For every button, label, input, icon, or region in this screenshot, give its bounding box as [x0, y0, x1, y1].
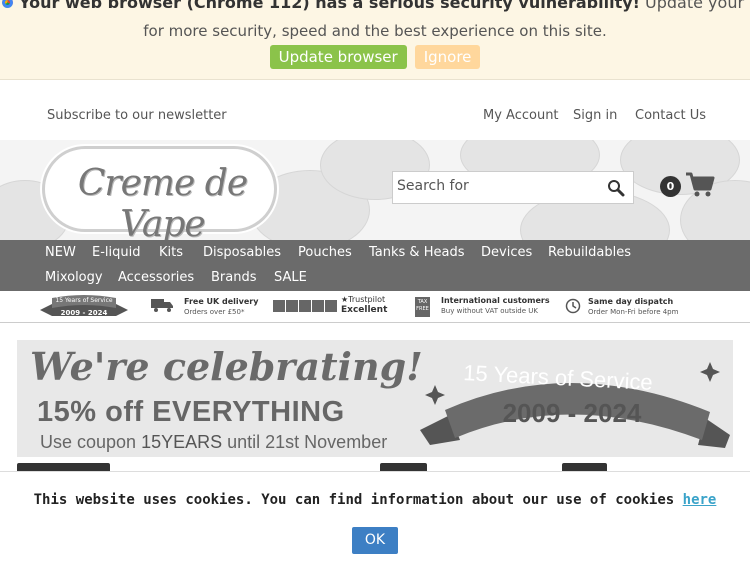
nav-item-pouches[interactable]: Pouches: [298, 245, 352, 260]
newsletter-link[interactable]: Subscribe to our newsletter: [47, 108, 227, 123]
nav-item-disposables[interactable]: Disposables: [203, 245, 281, 260]
nav-item-rebuildables[interactable]: Rebuildables: [548, 245, 631, 260]
usp-strip: 15 Years of Service 2009 - 2024 Free UK …: [0, 291, 750, 323]
search-icon[interactable]: [607, 179, 625, 197]
my-account-link[interactable]: My Account: [483, 108, 559, 123]
clock-icon: [565, 298, 581, 314]
update-browser-button[interactable]: Update browser: [269, 45, 407, 69]
chrome-icon: [0, 0, 15, 10]
browser-update-banner: Your web browser (Chrome 112) has a seri…: [0, 0, 750, 80]
update-warning-rest: Update your browser: [645, 0, 750, 12]
usp-service-top: 15 Years of Service: [55, 297, 113, 304]
trustpilot-rating: Excellent: [341, 305, 388, 315]
nav-item-kits[interactable]: Kits: [159, 245, 183, 260]
nav-item-e-liquid[interactable]: E-liquid: [92, 245, 140, 260]
logo-text: Creme de Vape: [77, 163, 248, 240]
cart-icon[interactable]: [685, 170, 715, 200]
cookie-message: This website uses cookies. You can find …: [0, 492, 750, 508]
cookie-info-link[interactable]: here: [683, 492, 717, 508]
usp-dispatch-sub: Order Mon-Fri before 4pm: [588, 308, 679, 316]
nav-item-devices[interactable]: Devices: [481, 245, 532, 260]
usp-delivery-title: Free UK delivery: [184, 297, 259, 306]
update-warning-sub: for more security, speed and the best ex…: [143, 22, 607, 40]
cookie-ok-button[interactable]: OK: [352, 527, 398, 554]
site-logo[interactable]: Creme de Vape: [42, 146, 277, 240]
nav-item-tanks-heads[interactable]: Tanks & Heads: [369, 245, 464, 260]
sign-in-link[interactable]: Sign in: [573, 108, 617, 123]
trustpilot-stars-icon: [273, 300, 337, 312]
update-buttons: Update browser Ignore: [0, 45, 750, 69]
cookie-bar: This website uses cookies. You can find …: [0, 471, 750, 563]
nav-item-brands[interactable]: Brands: [211, 270, 257, 285]
coupon-prefix: Use coupon: [40, 432, 142, 452]
site-header: Creme de Vape 0: [0, 140, 750, 240]
usp-service-years: 2009 - 2024: [60, 309, 108, 317]
usp-delivery-sub: Orders over £50*: [184, 308, 245, 316]
promo-offer: 15% off EVERYTHING: [37, 396, 345, 428]
usp-dispatch-title: Same day dispatch: [588, 297, 674, 306]
promo-coupon-line: Use coupon 15YEARS until 21st November: [40, 432, 387, 453]
ribbon-years: 2009 - 2024: [502, 398, 642, 428]
top-links-bar: Subscribe to our newsletter My Account S…: [0, 108, 750, 126]
update-warning-line: Your web browser (Chrome 112) has a seri…: [0, 0, 750, 12]
promo-banner[interactable]: We're celebrating! 15% off EVERYTHING Us…: [17, 340, 733, 457]
search-box: [392, 171, 634, 204]
truck-icon: [151, 299, 173, 312]
usp-intl-title: International customers: [441, 296, 550, 305]
tax-free-icon: TAX FREE: [415, 297, 430, 317]
contact-us-link[interactable]: Contact Us: [635, 108, 706, 123]
coupon-suffix: until 21st November: [222, 432, 388, 452]
main-nav: NEW E-liquid Kits Disposables Pouches Ta…: [0, 240, 750, 291]
cookie-text: This website uses cookies. You can find …: [33, 492, 683, 508]
cart-count-badge[interactable]: 0: [660, 176, 681, 197]
nav-item-new[interactable]: NEW: [45, 245, 76, 260]
ignore-button[interactable]: Ignore: [414, 45, 481, 69]
usp-intl-sub: Buy without VAT outside UK: [441, 307, 538, 315]
nav-item-accessories[interactable]: Accessories: [118, 270, 194, 285]
update-warning-bold: Your web browser (Chrome 112) has a seri…: [19, 0, 640, 12]
promo-headline: We're celebrating!: [30, 344, 423, 389]
search-input[interactable]: [397, 178, 597, 194]
coupon-code: 15YEARS: [141, 432, 223, 452]
nav-item-mixology[interactable]: Mixology: [45, 270, 103, 285]
nav-item-sale[interactable]: SALE: [274, 270, 307, 285]
trustpilot-brand: Trustpilot: [348, 295, 386, 304]
